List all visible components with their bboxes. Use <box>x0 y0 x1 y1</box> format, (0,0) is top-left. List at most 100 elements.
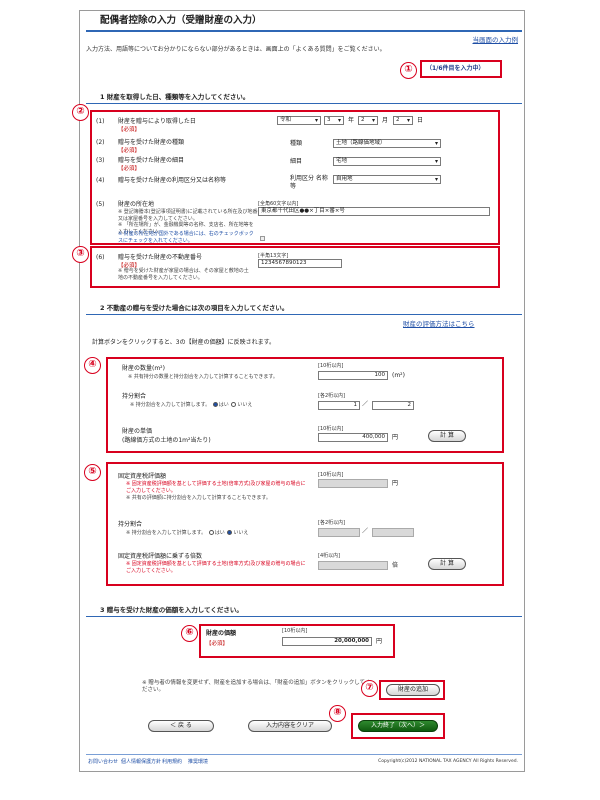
calc-button-2[interactable]: 計 算 <box>428 558 466 570</box>
row1-no: (1) <box>96 118 105 125</box>
intro-text: 入力方法、用語等についてお分かりにならない部分があるときは、画面上の「よくある質… <box>86 46 386 53</box>
clear-button[interactable]: 入力内容をクリア <box>248 720 332 732</box>
row5-no: (5) <box>96 201 105 208</box>
current-example-link[interactable]: 当画面の入力例 <box>473 36 519 44</box>
callout-number-4: ④ <box>84 357 101 374</box>
detail-select[interactable]: 宅地 <box>333 157 441 166</box>
date-day-select[interactable]: 2 <box>393 116 413 125</box>
finish-button[interactable]: 入力終了（次へ）＞ <box>358 720 438 732</box>
section3-divider <box>86 616 522 617</box>
date-era-select[interactable]: 令和 <box>277 116 321 125</box>
overseas-checkbox[interactable] <box>260 236 265 241</box>
row2-req: 【必須】 <box>118 147 141 154</box>
location-note-1: ※ 登記簿謄本(登記事項証明書)に記載されている所在及び地番又は家屋番号を入力し… <box>118 209 258 222</box>
footer-link-env[interactable]: 推奨環境 <box>188 759 208 765</box>
row3-req: 【必須】 <box>118 165 141 172</box>
unit-label: 財産の単価 <box>122 428 153 435</box>
unit-label-sub: (路線価方式の土地の1m²当たり) <box>122 437 211 444</box>
value-req: 【必須】 <box>206 641 229 647</box>
kind-label: 種類 <box>290 140 303 147</box>
share2-denominator-input[interactable] <box>372 528 414 537</box>
add-note: ※ 贈与者の情報を変更せず、財産を追加する場合は、「財産の追加」ボタンをクリック… <box>142 680 371 694</box>
month-unit: 月 <box>382 117 389 124</box>
year-unit: 年 <box>348 117 355 124</box>
row6-no: (6) <box>96 254 105 261</box>
calc-button-1[interactable]: 計 算 <box>428 430 466 442</box>
section1-divider <box>86 103 522 104</box>
footer-link-contact[interactable]: お問い合わせ <box>88 759 118 765</box>
mult-label: 固定資産税評価額に乗ずる倍数 <box>118 553 203 560</box>
share-denominator-input[interactable]: 2 <box>372 401 414 410</box>
fixed-suffix: 円 <box>392 480 399 487</box>
back-button[interactable]: ＜ 戻 る <box>148 720 214 732</box>
callout-number-6: ⑥ <box>181 625 198 642</box>
copyright: Copyright(c)2012 NATIONAL TAX AGENCY All… <box>378 759 518 764</box>
entry-count: （1/6件目を入力中） <box>426 65 485 72</box>
share-numerator-input[interactable]: 1 <box>318 401 360 410</box>
row6-label: 贈与を受けた財産の不動産番号 <box>118 254 203 261</box>
fixed-value-input[interactable] <box>318 479 388 488</box>
share-no-radio[interactable] <box>231 402 237 407</box>
row3-no: (3) <box>96 157 105 164</box>
fixed-rednote: ※ 固定資産税評価額を基として評価する土地(倍率方式)及び家屋の贈与の場合にご入… <box>126 481 306 494</box>
location-note-3: ※ 財産の所在地が国外である場合には、右のチェックボックスにチェックを入れてくだ… <box>118 231 254 244</box>
qty-note: ※ 共有持分の数量と持分割合を入力して計算することもできます。 <box>128 374 278 380</box>
share2-yes-radio[interactable] <box>208 530 214 535</box>
qty-label: 財産の数量(m²) <box>122 365 165 372</box>
qty-unit: (m²) <box>392 372 405 379</box>
share-yes-label: はい <box>218 402 229 408</box>
realty-note: ※ 贈与を受けた財産が家屋の場合は、その家屋と敷地の土地の不動産番号を入力してく… <box>118 268 249 281</box>
share2-note: ※ 持分割合を入力して計算します。 <box>126 530 207 536</box>
qty-input[interactable]: 100 <box>318 371 388 380</box>
page-title: 配偶者控除の入力（受贈財産の入力） <box>100 15 262 26</box>
value-suffix: 円 <box>376 638 383 645</box>
callout-number-5: ⑤ <box>84 464 101 481</box>
row2-no: (2) <box>96 139 105 146</box>
fixed-label: 固定資産税評価額 <box>118 473 167 480</box>
calc-note: 計算ボタンをクリックすると、3の【財産の価額】に反映されます。 <box>92 339 275 346</box>
unit-suffix: 円 <box>392 434 399 441</box>
realty-number-input[interactable]: 1234567890123 <box>258 259 342 268</box>
row1-req: 【必須】 <box>118 126 141 133</box>
share-no-label: いいえ <box>237 402 253 408</box>
footer-link-terms[interactable]: 利用規約 <box>162 759 182 765</box>
share2-numerator-input[interactable] <box>318 528 360 537</box>
eval-method-link[interactable]: 財産の評価方法はこちら <box>403 320 475 328</box>
day-unit: 日 <box>417 117 424 124</box>
callout-number-1: ① <box>400 62 417 79</box>
share-separator: ／ <box>362 401 369 408</box>
detail-label: 細目 <box>290 158 303 165</box>
mult-hint: [4桁以内] <box>318 553 341 559</box>
unit-hint: [10桁以内] <box>318 426 344 432</box>
share2-yes-label: はい <box>214 530 225 536</box>
mult-input[interactable] <box>318 561 388 570</box>
row4-no: (4) <box>96 177 105 184</box>
share-hint: [各2桁以内] <box>318 393 346 399</box>
share2-no-radio[interactable] <box>227 530 233 535</box>
footer-link-privacy[interactable]: 個人情報保護方針 <box>121 759 161 765</box>
add-property-button[interactable]: 財産の追加 <box>386 684 440 696</box>
usage-select[interactable]: 自用地 <box>333 175 441 184</box>
share-yes-radio[interactable] <box>212 402 218 407</box>
row2-label: 贈与を受けた財産の種類 <box>118 139 185 146</box>
section2-heading: 2 不動産の贈与を受けた場合には次の項目を入力してください。 <box>100 304 289 312</box>
share2-label: 持分割合 <box>118 521 143 528</box>
date-month-select[interactable]: 2 <box>358 116 378 125</box>
share2-separator: ／ <box>362 528 369 535</box>
unit-price-input[interactable]: 400,000 <box>318 433 388 442</box>
callout-number-2: ② <box>72 104 89 121</box>
kind-select[interactable]: 土地（路線価地域） <box>333 139 441 148</box>
value-hint: [10桁以内] <box>282 628 308 634</box>
row5-label: 財産の所在地 <box>118 201 155 208</box>
fixed-note: ※ 共有の評価額に持分割合を入力して計算することもできます。 <box>126 495 271 501</box>
row3-label: 贈与を受けた財産の細目 <box>118 157 185 164</box>
section3-heading: 3 贈与を受けた財産の価額を入力してください。 <box>100 606 243 614</box>
section1-heading: 1 財産を取得した日、種類等を入力してください。 <box>100 93 250 101</box>
property-value-input[interactable]: 20,000,000 <box>282 637 372 646</box>
share2-no-label: いいえ <box>233 530 249 536</box>
fixed-hint: [10桁以内] <box>318 472 344 478</box>
date-year-select[interactable]: 3 <box>324 116 344 125</box>
title-underline <box>86 30 522 32</box>
location-input[interactable]: 東京都千代田区●●×丁目×番×号 <box>258 207 490 216</box>
qty-hint: [10桁以内] <box>318 363 344 369</box>
